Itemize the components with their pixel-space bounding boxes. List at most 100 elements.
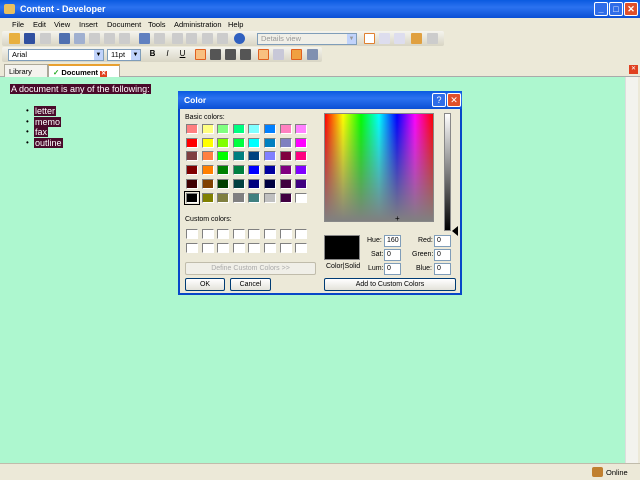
color-swatch[interactable] <box>248 165 261 176</box>
custom-color-swatch[interactable] <box>201 229 214 239</box>
help-icon[interactable] <box>234 33 245 44</box>
menu-document[interactable]: Document <box>107 20 141 29</box>
custom-color-swatch[interactable] <box>217 243 230 253</box>
color-swatch[interactable] <box>186 137 198 148</box>
custom-color-swatch[interactable] <box>279 229 292 239</box>
menu-file[interactable]: File <box>12 20 24 29</box>
color-swatch[interactable] <box>248 124 261 134</box>
color-swatch[interactable] <box>295 165 308 176</box>
help-button[interactable]: ? <box>432 93 446 107</box>
properties-icon[interactable] <box>119 33 130 44</box>
custom-color-swatch[interactable] <box>248 243 261 253</box>
color-swatch[interactable] <box>264 165 276 176</box>
print-icon[interactable] <box>40 33 51 44</box>
color-swatch[interactable] <box>279 151 292 162</box>
maximize-button[interactable]: □ <box>609 2 623 16</box>
color-swatch[interactable] <box>279 178 292 189</box>
view-select[interactable]: Details view ▼ <box>257 33 357 45</box>
numbered-list-icon[interactable] <box>273 49 284 60</box>
color-swatch[interactable] <box>248 151 261 162</box>
delete-icon[interactable] <box>104 33 115 44</box>
custom-color-swatch[interactable] <box>295 243 308 253</box>
blue-input[interactable]: 0 <box>434 263 451 275</box>
custom-color-swatch[interactable] <box>217 229 230 239</box>
color-swatch[interactable] <box>232 151 245 162</box>
lum-input[interactable]: 0 <box>384 263 401 275</box>
bold-button[interactable]: B <box>147 49 158 60</box>
color-swatch[interactable] <box>279 165 292 176</box>
color-swatch[interactable] <box>264 178 276 189</box>
color-spectrum[interactable]: + <box>324 113 434 223</box>
color-swatch[interactable] <box>248 192 261 203</box>
green-input[interactable]: 0 <box>434 249 451 261</box>
custom-color-swatch[interactable] <box>295 229 308 239</box>
vertical-split-icon[interactable] <box>394 33 405 44</box>
color-swatch[interactable] <box>217 137 230 148</box>
color-swatch[interactable] <box>232 178 245 189</box>
text-color-icon[interactable] <box>291 49 302 60</box>
align-left-icon[interactable] <box>195 49 206 60</box>
custom-color-swatch[interactable] <box>264 243 276 253</box>
color-swatch[interactable] <box>217 178 230 189</box>
hue-input[interactable]: 160 <box>384 235 401 247</box>
custom-color-swatch[interactable] <box>248 229 261 239</box>
custom-color-swatch[interactable] <box>186 243 198 253</box>
color-swatch[interactable] <box>232 192 245 203</box>
color-swatch[interactable] <box>279 124 292 134</box>
menu-tools[interactable]: Tools <box>148 20 166 29</box>
color-swatch[interactable] <box>186 151 198 162</box>
custom-color-swatch[interactable] <box>201 243 214 253</box>
luminance-slider[interactable] <box>444 113 451 231</box>
color-swatch[interactable] <box>201 192 214 203</box>
redo-icon[interactable] <box>154 33 165 44</box>
font-size-select[interactable]: 11pt ▼ <box>107 49 141 61</box>
save-icon[interactable] <box>24 33 35 44</box>
red-input[interactable]: 0 <box>434 235 451 247</box>
refresh-icon[interactable] <box>427 33 438 44</box>
underline-button[interactable]: U <box>177 49 188 60</box>
color-swatch[interactable] <box>264 151 276 162</box>
horizontal-split-icon[interactable] <box>379 33 390 44</box>
vertical-scrollbar[interactable] <box>625 77 638 463</box>
color-swatch[interactable] <box>201 178 214 189</box>
cancel-button[interactable]: Cancel <box>230 278 271 291</box>
color-swatch[interactable] <box>186 165 198 176</box>
custom-color-swatch[interactable] <box>279 243 292 253</box>
color-swatch[interactable] <box>201 124 214 134</box>
menu-view[interactable]: View <box>54 20 70 29</box>
justify-icon[interactable] <box>240 49 251 60</box>
open-icon[interactable] <box>9 33 20 44</box>
define-custom-colors-button[interactable]: Define Custom Colors >> <box>185 262 316 275</box>
fill-color-icon[interactable] <box>307 49 318 60</box>
minimize-button[interactable]: _ <box>594 2 608 16</box>
cut-icon[interactable] <box>59 33 70 44</box>
italic-button[interactable]: I <box>162 49 173 60</box>
color-swatch[interactable] <box>264 192 276 203</box>
sat-input[interactable]: 0 <box>384 249 401 261</box>
color-swatch[interactable] <box>201 151 214 162</box>
color-swatch[interactable] <box>248 178 261 189</box>
custom-color-swatch[interactable] <box>232 243 245 253</box>
tab-library[interactable]: Library <box>4 64 48 77</box>
copy-icon[interactable] <box>74 33 85 44</box>
color-swatch[interactable] <box>248 137 261 148</box>
forward-icon[interactable] <box>186 33 197 44</box>
color-swatch[interactable] <box>217 192 230 203</box>
spell-icon[interactable] <box>217 33 228 44</box>
color-swatch[interactable] <box>217 151 230 162</box>
color-swatch[interactable] <box>279 192 292 203</box>
menu-administration[interactable]: Administration <box>174 20 222 29</box>
close-button[interactable]: ✕ <box>624 2 638 16</box>
custom-color-swatch[interactable] <box>186 229 198 239</box>
close-pane-icon[interactable]: ✕ <box>629 65 638 74</box>
ok-button[interactable]: OK <box>185 278 225 291</box>
color-swatch[interactable] <box>279 137 292 148</box>
color-swatch[interactable] <box>201 165 214 176</box>
custom-color-swatch[interactable] <box>232 229 245 239</box>
bullet-list-icon[interactable] <box>258 49 269 60</box>
details-view-icon[interactable] <box>364 33 375 44</box>
color-swatch[interactable] <box>264 124 276 134</box>
folder-properties-icon[interactable] <box>411 33 422 44</box>
undo-icon[interactable] <box>139 33 150 44</box>
color-swatch[interactable] <box>217 165 230 176</box>
